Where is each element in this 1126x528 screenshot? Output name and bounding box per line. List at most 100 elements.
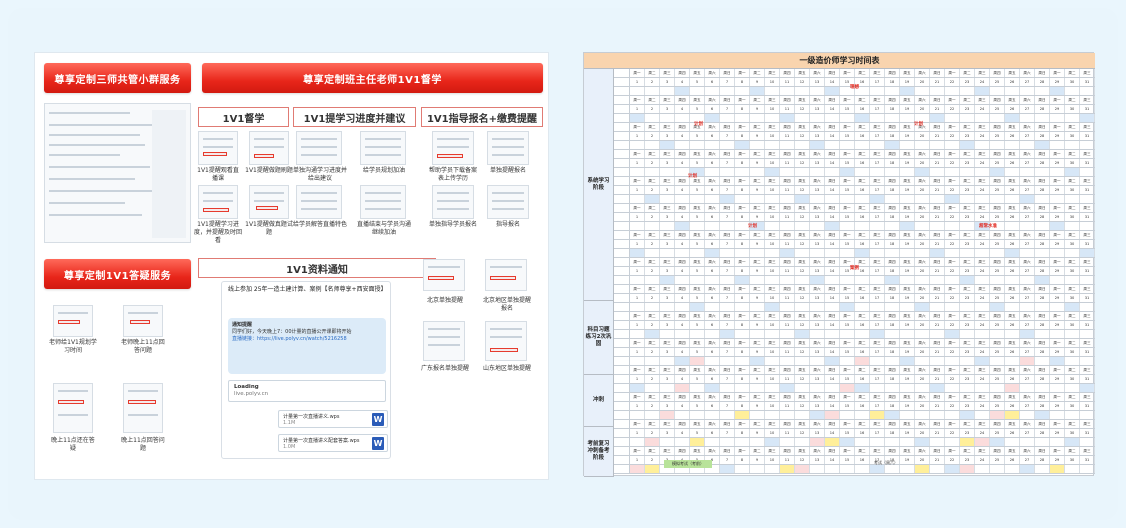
schedule-cell: 20 bbox=[915, 402, 930, 410]
schedule-cell: 31 bbox=[1080, 402, 1095, 410]
schedule-cell: 30 bbox=[1065, 78, 1080, 86]
schedule-cell bbox=[960, 87, 975, 95]
schedule-cell bbox=[975, 195, 990, 203]
chat-link-text[interactable]: 直播链接：https://live.polyv.cn/watch/5216258 bbox=[232, 336, 382, 343]
file-card-1[interactable]: 计量第一次直播讲义.wps 1.1M W bbox=[278, 410, 388, 428]
schedule-cell bbox=[930, 276, 945, 284]
answer-shot-1 bbox=[53, 305, 93, 337]
schedule-cell: 4 bbox=[675, 159, 690, 167]
schedule-row: 1234567891011121314151617181920212223242… bbox=[614, 240, 1095, 249]
notice-head: 1V1资料通知 bbox=[198, 258, 436, 278]
schedule-cell: 周三 bbox=[660, 231, 675, 239]
schedule-cell: 3 bbox=[660, 78, 675, 86]
schedule-cell: 30 bbox=[1065, 267, 1080, 275]
schedule-cell bbox=[1080, 303, 1095, 311]
schedule-cell bbox=[630, 168, 645, 176]
schedule-cell: 周二 bbox=[1065, 150, 1080, 158]
schedule-cell: 周一 bbox=[945, 177, 960, 185]
answer-caption-4: 晚上11点回答问题 bbox=[121, 437, 165, 452]
schedule-cell: 周六 bbox=[705, 420, 720, 428]
schedule-cell: 18 bbox=[885, 132, 900, 140]
region-shot-2 bbox=[485, 259, 527, 291]
schedule-cell: 周一 bbox=[1050, 204, 1065, 212]
schedule-cell: 23 bbox=[960, 429, 975, 437]
row-label bbox=[614, 429, 630, 437]
schedule-cell: 周二 bbox=[750, 366, 765, 374]
schedule-cell: 9 bbox=[750, 402, 765, 410]
schedule-cell: 周六 bbox=[915, 177, 930, 185]
schedule-row bbox=[614, 330, 1095, 339]
schedule-cell bbox=[975, 330, 990, 338]
file-card-2[interactable]: 计量第一次直播讲义配套答案.wps 1.0M W bbox=[278, 434, 388, 452]
schedule-cell bbox=[900, 384, 915, 392]
schedule-cell: 周三 bbox=[660, 150, 675, 158]
answer-shot-2 bbox=[123, 305, 163, 337]
schedule-cell: 3 bbox=[660, 294, 675, 302]
schedule-cell: 周五 bbox=[795, 204, 810, 212]
schedule-cell: 2 bbox=[645, 159, 660, 167]
schedule-cell: 19 bbox=[900, 321, 915, 329]
schedule-cell: 11 bbox=[780, 186, 795, 194]
schedule-cell: 25 bbox=[990, 321, 1005, 329]
schedule-cell bbox=[1035, 330, 1050, 338]
schedule-cell: 周一 bbox=[840, 393, 855, 401]
schedule-cell: 周四 bbox=[780, 393, 795, 401]
progress-shot-3 bbox=[296, 185, 342, 219]
schedule-cell: 22 bbox=[945, 294, 960, 302]
schedule-cell: 周二 bbox=[645, 123, 660, 131]
schedule-cell: 周一 bbox=[945, 312, 960, 320]
schedule-cell bbox=[930, 411, 945, 419]
schedule-cell: 周四 bbox=[675, 393, 690, 401]
schedule-cell: 5 bbox=[690, 78, 705, 86]
row-label bbox=[614, 267, 630, 275]
schedule-cell: 26 bbox=[1005, 267, 1020, 275]
schedule-cell: 29 bbox=[1050, 267, 1065, 275]
schedule-cell: 14 bbox=[825, 321, 840, 329]
schedule-cell: 周二 bbox=[750, 96, 765, 104]
schedule-cell: 27 bbox=[1020, 132, 1035, 140]
schedule-cell: 周四 bbox=[990, 231, 1005, 239]
schedule-cell: 周四 bbox=[990, 123, 1005, 131]
schedule-cell: 周五 bbox=[690, 420, 705, 428]
schedule-cell: 22 bbox=[945, 132, 960, 140]
schedule-cell: 29 bbox=[1050, 402, 1065, 410]
schedule-cell bbox=[660, 249, 675, 257]
loading-card[interactable]: Loading live.polyv.cn bbox=[228, 380, 386, 402]
schedule-cell: 30 bbox=[1065, 321, 1080, 329]
schedule-cell: 2 bbox=[645, 78, 660, 86]
schedule-cell: 20 bbox=[915, 429, 930, 437]
schedule-cell: 周三 bbox=[975, 366, 990, 374]
chat-bubble: 通知提醒 同学们好，今天晚上7：00计量的直播公开课即将开始 直播链接：http… bbox=[228, 318, 386, 374]
schedule-cell: 16 bbox=[855, 159, 870, 167]
schedule-cell: 周四 bbox=[675, 258, 690, 266]
schedule-cell: 14 bbox=[825, 429, 840, 437]
schedule-cell: 23 bbox=[960, 105, 975, 113]
schedule-cell: 13 bbox=[810, 213, 825, 221]
schedule-cell: 19 bbox=[900, 267, 915, 275]
schedule-cell bbox=[780, 222, 795, 230]
schedule-cell: 周日 bbox=[930, 258, 945, 266]
plan-tag-4: 计划 bbox=[688, 174, 697, 179]
schedule-cell bbox=[1050, 465, 1065, 473]
schedule-cell bbox=[1080, 195, 1095, 203]
schedule-cell bbox=[975, 465, 990, 473]
schedule-cell: 30 bbox=[1065, 429, 1080, 437]
schedule-cell: 2 bbox=[645, 105, 660, 113]
schedule-cell bbox=[870, 276, 885, 284]
schedule-cell bbox=[915, 384, 930, 392]
schedule-cell bbox=[930, 141, 945, 149]
schedule-cell: 30 bbox=[1065, 402, 1080, 410]
schedule-cell: 周五 bbox=[1005, 123, 1020, 131]
schedule-cell: 周二 bbox=[855, 285, 870, 293]
schedule-cell: 周三 bbox=[660, 96, 675, 104]
schedule-cell: 17 bbox=[870, 375, 885, 383]
schedule-cell: 29 bbox=[1050, 105, 1065, 113]
schedule-cell bbox=[1065, 411, 1080, 419]
schedule-cell: 周三 bbox=[870, 204, 885, 212]
schedule-cell: 11 bbox=[780, 267, 795, 275]
schedule-cell bbox=[1035, 465, 1050, 473]
schedule-cell: 13 bbox=[810, 321, 825, 329]
answer-caption-3: 晚上11点还在答疑 bbox=[51, 437, 95, 452]
schedule-cell: 11 bbox=[780, 402, 795, 410]
schedule-cell bbox=[780, 384, 795, 392]
